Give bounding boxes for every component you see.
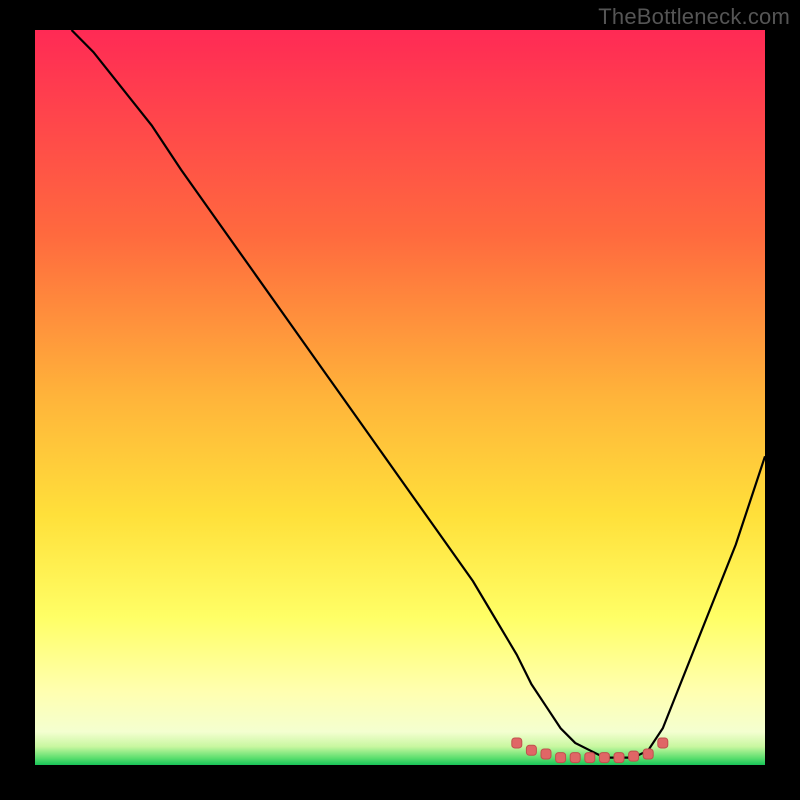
marker-point [658,738,668,748]
marker-point [556,753,566,763]
marker-point [512,738,522,748]
watermark-text: TheBottleneck.com [598,4,790,30]
gradient-background [35,30,765,765]
marker-point [599,753,609,763]
marker-point [643,749,653,759]
chart-container: TheBottleneck.com [0,0,800,800]
marker-point [614,753,624,763]
marker-point [570,753,580,763]
marker-point [629,751,639,761]
marker-point [526,745,536,755]
chart-svg [35,30,765,765]
marker-point [541,749,551,759]
marker-point [585,753,595,763]
plot-area [35,30,765,765]
